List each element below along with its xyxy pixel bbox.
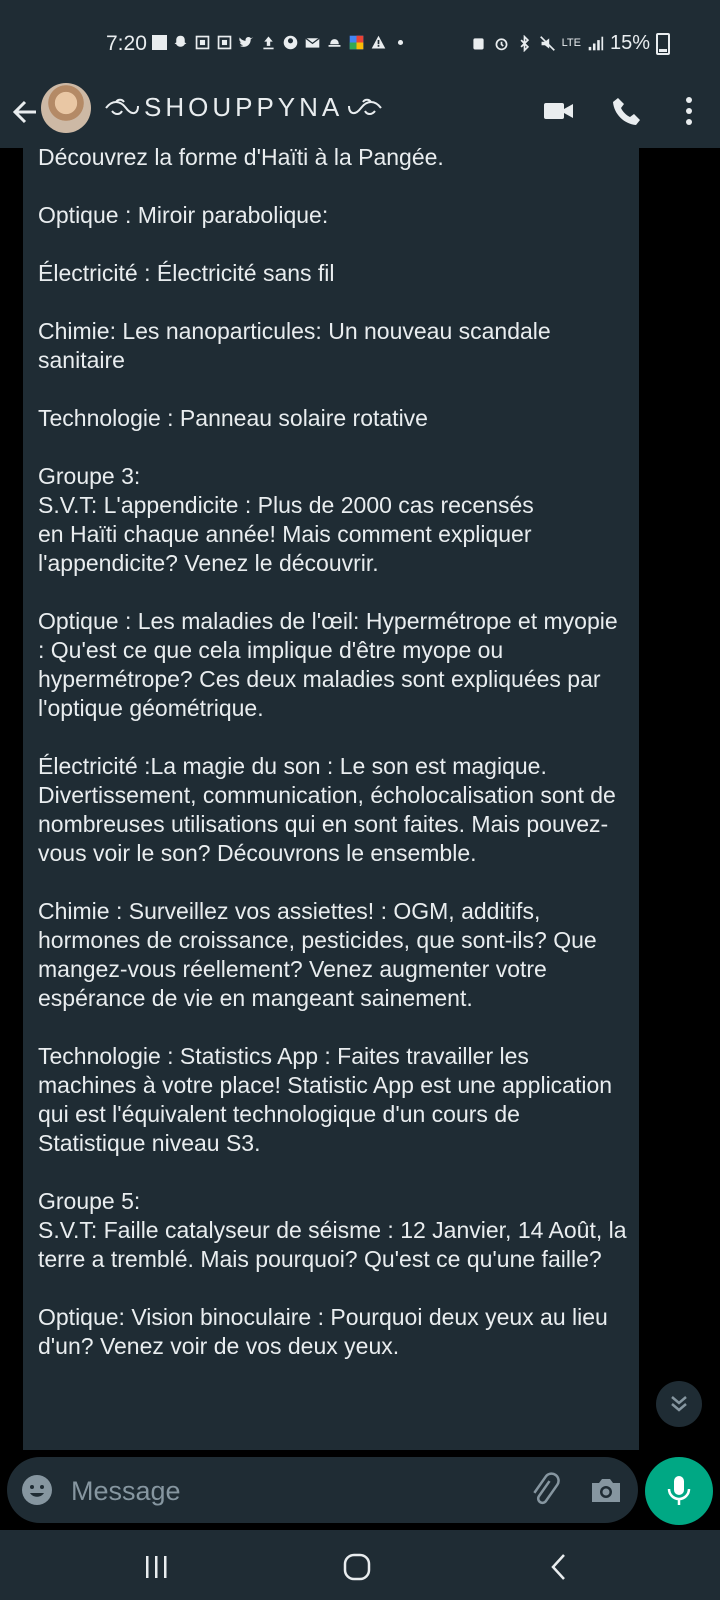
message-composer — [7, 1457, 638, 1523]
recent-apps-icon[interactable] — [137, 1550, 177, 1584]
upload-icon — [263, 36, 274, 50]
system-status: LTE 15% — [470, 32, 670, 55]
more-options-icon[interactable] — [672, 94, 706, 128]
emoji-icon[interactable] — [21, 1474, 53, 1506]
status-time: 7:20 — [106, 32, 147, 55]
alarm-icon — [495, 38, 508, 51]
microphone-icon — [667, 1476, 691, 1505]
mute-icon — [539, 36, 555, 51]
video-call-icon[interactable] — [542, 94, 576, 128]
battery-percent: 15% — [609, 32, 650, 54]
weather-icon — [328, 39, 341, 47]
message-text: Découvrez la forme d'Haïti à la Pangée. … — [38, 148, 627, 1359]
back-arrow-icon[interactable] — [10, 92, 40, 132]
chat-area[interactable]: Découvrez la forme d'Haïti à la Pangée. … — [0, 148, 720, 1450]
message-bubble[interactable]: Découvrez la forme d'Haïti à la Pangée. … — [23, 148, 639, 1450]
system-navigation-bar — [0, 1530, 720, 1600]
voice-call-icon[interactable] — [610, 94, 644, 128]
ornament-right-icon — [348, 98, 383, 115]
maps-icon — [349, 35, 364, 50]
attach-icon[interactable] — [527, 1472, 563, 1508]
camera-icon[interactable] — [589, 1474, 623, 1506]
mail-icon — [305, 37, 320, 48]
account-icon — [283, 35, 298, 50]
ornament-left-icon — [105, 98, 139, 115]
signal-icon — [588, 36, 604, 51]
chat-header: SHOUPPYNA — [0, 78, 720, 148]
voice-message-button[interactable] — [645, 1457, 713, 1525]
notification-icons — [152, 34, 409, 51]
message-input[interactable] — [69, 1471, 473, 1511]
app-notification-icon — [195, 35, 210, 50]
twitter-icon — [239, 37, 254, 47]
contact-name[interactable]: SHOUPPYNA — [104, 92, 383, 123]
more-notifications-dot-icon — [397, 39, 404, 46]
contact-name-text: SHOUPPYNA — [144, 92, 344, 122]
avatar[interactable] — [41, 83, 91, 133]
bluetooth-icon — [520, 35, 529, 52]
network-type: LTE — [561, 37, 581, 49]
warning-icon — [371, 35, 386, 49]
app-notification-icon — [217, 35, 232, 50]
back-nav-icon[interactable] — [540, 1550, 580, 1584]
nfc-icon — [473, 38, 484, 50]
battery-icon — [656, 32, 670, 55]
snapchat-icon — [174, 35, 187, 47]
notification-square-icon — [152, 35, 167, 50]
double-chevron-down-icon — [671, 1396, 687, 1412]
status-bar: 7:20 LTE 15% — [0, 0, 720, 78]
scroll-to-bottom-button[interactable] — [656, 1381, 702, 1427]
home-icon[interactable] — [338, 1550, 378, 1584]
